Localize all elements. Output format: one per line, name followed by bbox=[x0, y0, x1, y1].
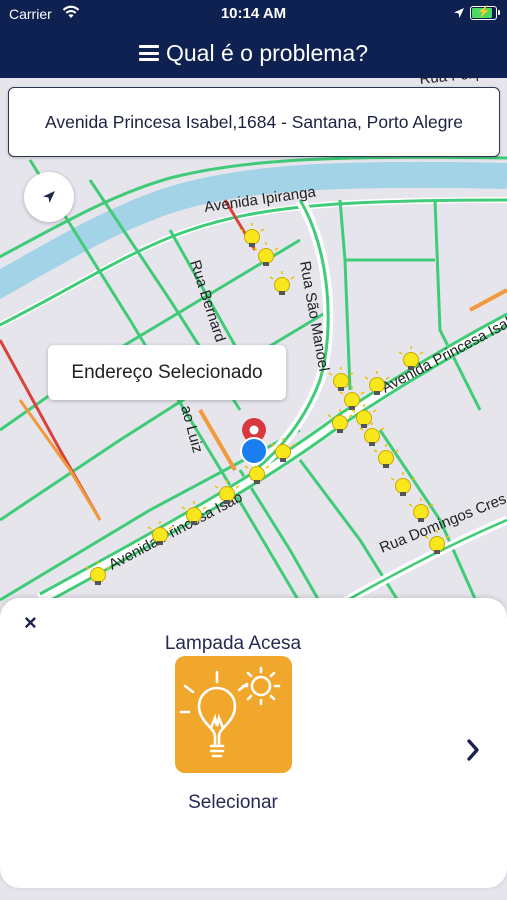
street-label: Avenida Princesa Isabel bbox=[379, 306, 507, 396]
bulb-marker-icon[interactable] bbox=[239, 223, 265, 247]
clock: 10:14 AM bbox=[220, 5, 287, 22]
navigation-arrow-icon bbox=[43, 191, 55, 203]
category-panel: × Lampada Acesa Selecionar bbox=[0, 598, 507, 888]
category-title: Lampada Acesa bbox=[164, 633, 302, 654]
page-title: Qual é o problema? bbox=[165, 39, 368, 66]
selected-address-text: Avenida Princesa Isabel,1684 - Santana, … bbox=[44, 111, 463, 132]
hamburger-menu-icon[interactable] bbox=[138, 45, 159, 61]
battery-icon: ⚡ bbox=[470, 6, 500, 20]
nav-bar: Qual é o problema? bbox=[0, 28, 507, 78]
street-label: Rua Bernard bbox=[186, 258, 228, 344]
bulb-marker-icon[interactable] bbox=[269, 271, 295, 295]
selected-address-box: Avenida Princesa Isabel,1684 - Santana, … bbox=[8, 87, 500, 157]
callout-label: Endereço Selecionado bbox=[71, 361, 263, 383]
locate-me-button[interactable] bbox=[24, 172, 74, 222]
road-avenida-ipiranga bbox=[0, 197, 507, 329]
select-button[interactable]: Selecionar bbox=[0, 792, 466, 814]
chevron-right-icon bbox=[467, 739, 479, 761]
lit-bulb-icon bbox=[179, 666, 281, 758]
bulb-markers bbox=[85, 223, 450, 585]
bulb-marker-icon[interactable] bbox=[373, 444, 399, 468]
location-arrow-icon bbox=[453, 6, 465, 22]
status-bar: Carrier 10:14 AM ⚡ bbox=[0, 0, 507, 28]
selected-address-callout: Endereço Selecionado bbox=[48, 345, 286, 400]
charging-bolt-icon: ⚡ bbox=[477, 6, 491, 18]
next-category-button[interactable] bbox=[462, 735, 484, 765]
category-tile[interactable] bbox=[175, 656, 292, 773]
selected-location-dot bbox=[240, 437, 268, 465]
